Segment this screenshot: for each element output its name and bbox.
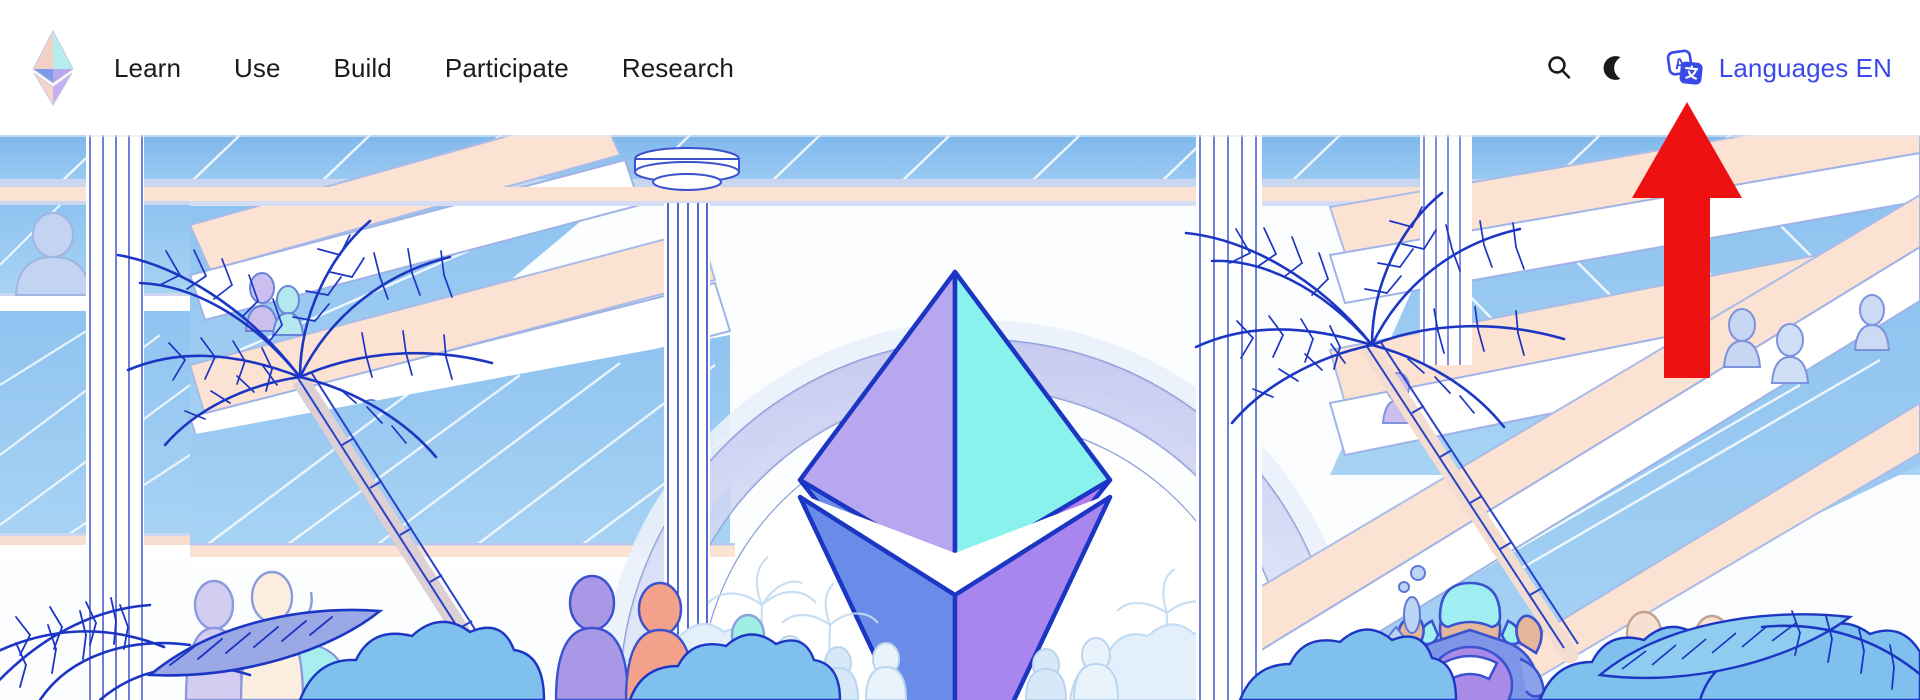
search-icon bbox=[1548, 55, 1571, 79]
main-navigation: Learn Use Build Participate Research bbox=[114, 55, 787, 81]
page-root: Learn Use Build Participate Research A L… bbox=[0, 0, 1920, 700]
hero-illustration bbox=[0, 135, 1920, 700]
search-button[interactable] bbox=[1536, 45, 1582, 91]
nav-item-participate[interactable]: Participate bbox=[445, 55, 569, 81]
languages-button[interactable]: A Languages EN bbox=[1664, 47, 1892, 89]
header-actions: A Languages EN bbox=[1526, 0, 1920, 135]
ethereum-logo[interactable] bbox=[26, 25, 80, 111]
translate-icon-glyph: A bbox=[1666, 49, 1703, 85]
nav-item-research[interactable]: Research bbox=[622, 55, 734, 81]
moon-icon bbox=[1603, 55, 1621, 80]
nav-item-build[interactable]: Build bbox=[334, 55, 392, 81]
ethereum-diamond-icon bbox=[32, 29, 74, 106]
nav-item-learn[interactable]: Learn bbox=[114, 55, 181, 81]
site-header: Learn Use Build Participate Research A L… bbox=[0, 0, 1920, 135]
dark-mode-toggle[interactable] bbox=[1592, 45, 1638, 91]
nav-item-use[interactable]: Use bbox=[234, 55, 281, 81]
hero-artwork bbox=[0, 135, 1920, 700]
translate-icon: A bbox=[1664, 47, 1706, 89]
languages-label: Languages EN bbox=[1718, 52, 1892, 83]
